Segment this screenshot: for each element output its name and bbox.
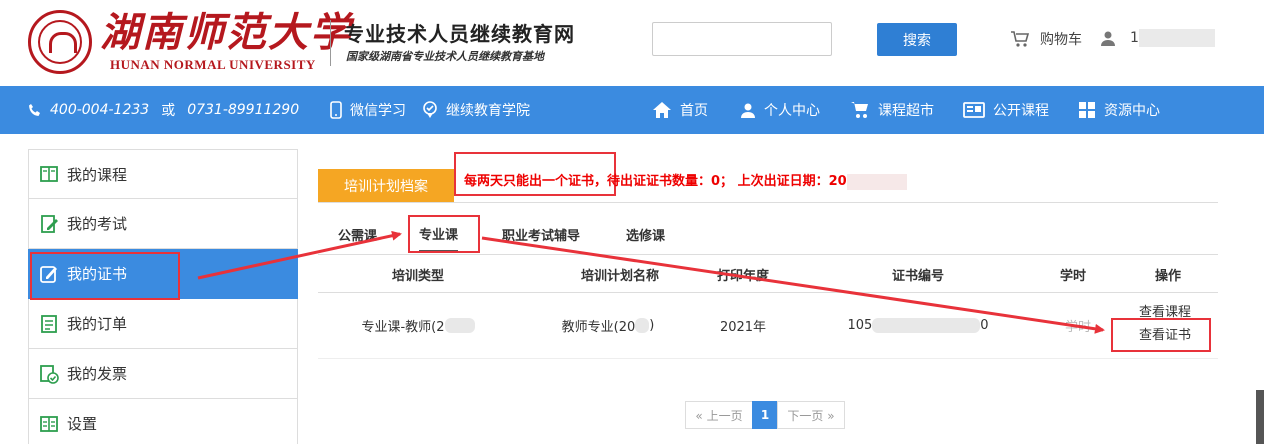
sidebar-item-label: 我的课程 (67, 165, 128, 184)
cart-label: 购物车 (1040, 32, 1082, 48)
col-hours: 学时 (1059, 268, 1086, 284)
sidebar-item-label: 设置 (67, 415, 98, 433)
tabs-divider (318, 254, 1218, 255)
nav-wechat-label: 微信学习 (350, 103, 406, 119)
sidebar-item-my-invoices[interactable]: 我的发票 (28, 349, 298, 399)
hotline: 400-004-1233 或 0731-89911290 (28, 86, 299, 134)
user-icon (1101, 31, 1115, 46)
settings-book-icon (40, 415, 58, 432)
location-badge-icon (423, 101, 437, 118)
nav-personal-center[interactable]: 个人中心 (740, 86, 820, 134)
sidebar-item-settings[interactable]: 设置 (28, 399, 298, 444)
pagination: « 上一页 1 下一页 » (685, 401, 845, 429)
mobile-icon (330, 101, 342, 119)
redacted (635, 317, 650, 333)
cell-training-type: 专业课-教师(2 (348, 293, 488, 357)
tab-public-courses[interactable]: 公需课 (338, 216, 377, 252)
nav-college[interactable]: 继续教育学院 (422, 86, 530, 134)
cell-certificate-number-text: 105 (847, 317, 873, 333)
col-print-year: 打印年度 (716, 268, 769, 284)
logo-english-name: HUNAN NORMAL UNIVERSITY (110, 57, 316, 72)
logo-chinese-name: 湖南师范大学 (100, 9, 352, 56)
sidebar-item-my-courses[interactable]: 我的课程 (28, 149, 298, 199)
nav-home[interactable]: 首页 (652, 86, 708, 134)
site-header: 湖南师范大学 HUNAN NORMAL UNIVERSITY 专业技术人员继续教… (0, 0, 1264, 86)
user-name: 1 (1130, 30, 1139, 46)
user-icon (741, 103, 755, 118)
cell-plan-name: 教师专业(20) (548, 293, 668, 357)
search-input[interactable] (652, 22, 832, 56)
page-1-button[interactable]: 1 (752, 401, 778, 429)
home-icon (653, 102, 671, 118)
book-icon (40, 166, 58, 182)
col-training-type: 培训类型 (391, 268, 444, 284)
redacted (872, 317, 981, 333)
prev-page-button[interactable]: « 上一页 (685, 401, 753, 429)
nav-home-label: 首页 (680, 103, 708, 119)
search-button[interactable]: 搜索 (877, 23, 957, 56)
sidebar-item-label: 我的发票 (67, 365, 128, 383)
nav-wechat[interactable]: 微信学习 (330, 86, 406, 134)
site-title: 专业技术人员继续教育网 (344, 22, 575, 46)
next-page-button[interactable]: 下一页 » (777, 401, 845, 429)
cell-plan-name-suffix: ) (649, 317, 655, 333)
nav-course-market[interactable]: 课程超市 (850, 86, 934, 134)
sidebar-item-my-orders[interactable]: 我的订单 (28, 299, 298, 349)
certificate-notice: 每两天只能出一个证书，待出证证书数量：0； 上次出证日期：20 (464, 170, 907, 190)
annotation-box-view-certificate (1111, 318, 1211, 352)
hotline-or: 或 (161, 103, 176, 119)
cart-link[interactable]: 购物车 (1010, 29, 1082, 49)
university-seal-icon (28, 10, 92, 74)
cell-certificate-number: 105 0 (838, 293, 998, 357)
cell-training-type-text: 专业课-教师(2 (361, 319, 445, 335)
row-divider (318, 358, 1218, 359)
shopping-cart-icon (1011, 31, 1030, 47)
site-subtitle: 国家级湖南省专业技术人员继续教育基地 (346, 50, 544, 63)
invoice-check-icon (40, 364, 59, 384)
cell-print-year: 2021年 (719, 319, 767, 335)
edit-document-icon (41, 214, 58, 233)
certificate-notice-text: 每两天只能出一个证书，待出证证书数量：0； 上次出证日期：20 (464, 174, 847, 189)
panel-divider (318, 202, 1218, 203)
nav-college-label: 继续教育学院 (446, 103, 530, 119)
grid-icon (1079, 102, 1095, 118)
cell-hours: 学时 (1064, 319, 1091, 335)
user-name-redacted (1138, 29, 1215, 47)
col-actions: 操作 (1154, 268, 1181, 284)
nav-open-courses-label: 公开课程 (993, 103, 1049, 119)
book-open-icon (963, 102, 985, 118)
nav-open-courses[interactable]: 公开课程 (963, 86, 1049, 134)
nav-resource-center-label: 资源中心 (1104, 103, 1160, 119)
main-navbar: 400-004-1233 或 0731-89911290 微信学习 继续教育学院… (0, 86, 1264, 134)
hotline-number-2: 0731-89911290 (187, 102, 300, 118)
col-plan-name: 培训计划名称 (580, 268, 659, 284)
user-account[interactable]: 1 (1100, 29, 1215, 47)
hotline-number-1: 400-004-1233 (50, 102, 150, 118)
annotation-box-sidebar (30, 252, 180, 300)
panel-title-tab[interactable]: 培训计划档案 (318, 169, 454, 203)
table-header: 培训类型 培训计划名称 打印年度 证书编号 学时 操作 (318, 256, 1218, 292)
tab-elective-courses[interactable]: 选修课 (626, 216, 665, 252)
redacted (444, 317, 475, 333)
cell-certificate-number-suffix: 0 (980, 317, 989, 333)
nav-course-market-label: 课程超市 (878, 103, 934, 119)
table-row: 专业课-教师(2 教师专业(20) 2021年 105 0 学时 (318, 293, 1218, 357)
nav-personal-center-label: 个人中心 (764, 103, 820, 119)
sidebar-item-my-exams[interactable]: 我的考试 (28, 199, 298, 249)
window-edge (1256, 390, 1264, 444)
cell-plan-name-text: 教师专业(20 (561, 319, 636, 335)
annotation-box-tab (408, 215, 480, 253)
notice-date-redacted (846, 173, 907, 190)
shopping-cart-icon (851, 102, 868, 118)
order-list-icon (41, 314, 57, 333)
sidebar-item-label: 我的考试 (67, 215, 128, 233)
col-certificate-number: 证书编号 (891, 268, 944, 284)
tab-exam-tutoring[interactable]: 职业考试辅导 (502, 216, 580, 252)
logo-divider (330, 20, 331, 66)
nav-resource-center[interactable]: 资源中心 (1078, 86, 1160, 134)
sidebar-item-label: 我的订单 (67, 315, 128, 333)
phone-icon (29, 104, 40, 116)
